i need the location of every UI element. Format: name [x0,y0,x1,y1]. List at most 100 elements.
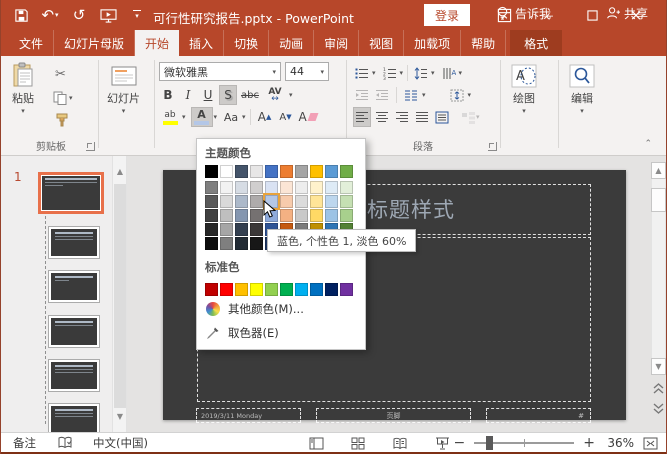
align-right-button[interactable] [393,107,411,127]
notes-button[interactable]: 备注 [13,433,36,453]
tab-help[interactable]: 帮助 [461,30,506,56]
increase-indent-button[interactable] [373,85,391,105]
theme-color-variant-swatch[interactable] [205,209,218,222]
tab-format[interactable]: 格式 [510,30,562,56]
theme-color-variant-swatch[interactable] [250,237,263,250]
format-painter-button[interactable] [53,110,71,130]
decrease-indent-button[interactable] [353,85,371,105]
theme-color-swatch[interactable] [220,165,233,178]
maximize-button[interactable] [577,0,607,30]
spellcheck-icon[interactable] [57,433,73,453]
start-slideshow-button[interactable] [98,5,118,25]
theme-color-variant-swatch[interactable] [265,181,278,194]
slide-number-placeholder[interactable]: # [486,408,591,423]
theme-color-variant-swatch[interactable] [325,195,338,208]
standard-color-swatch[interactable] [265,283,278,296]
tell-me-button[interactable]: 告诉我 [496,0,551,26]
fit-slide-to-window-icon[interactable] [643,437,658,450]
theme-color-variant-swatch[interactable] [280,181,293,194]
change-case-button[interactable]: Aa [221,107,241,127]
theme-color-variant-swatch[interactable] [250,223,263,236]
theme-color-swatch[interactable] [265,165,278,178]
underline-button[interactable]: U [199,85,217,105]
columns-button[interactable] [402,85,420,105]
language-indicator[interactable]: 中文(中国) [93,433,148,453]
drawing-button[interactable]: A 绘图 ▾ [511,64,537,114]
change-case-dropdown-icon[interactable]: ▾ [242,114,246,120]
text-direction-button[interactable]: A [440,63,458,83]
sign-in-button[interactable]: 登录 [424,4,470,26]
theme-color-variant-swatch[interactable] [250,195,263,208]
line-spacing-dropdown-icon[interactable]: ▾ [431,70,435,76]
customize-qat-button[interactable]: ▾ [127,5,147,25]
collapse-ribbon-button[interactable]: ⌃ [644,139,652,149]
bullets-button[interactable] [353,63,371,83]
theme-color-variant-swatch[interactable] [220,195,233,208]
thumbnail-scrollbar[interactable]: ▲ ▼ [112,156,127,432]
theme-color-swatch[interactable] [235,165,248,178]
justify-button[interactable] [413,107,431,127]
theme-color-variant-swatch[interactable] [325,209,338,222]
tab-file[interactable]: 文件 [9,30,54,56]
shrink-font-button[interactable]: A▼ [276,107,296,127]
align-center-button[interactable] [373,107,391,127]
theme-color-variant-swatch[interactable] [250,181,263,194]
standard-color-swatch[interactable] [340,283,353,296]
previous-slide-button[interactable] [653,382,665,396]
zoom-in-button[interactable]: + [583,435,595,451]
character-spacing-button[interactable]: AV↔ [263,85,287,105]
theme-color-variant-swatch[interactable] [205,195,218,208]
theme-color-variant-swatch[interactable] [205,181,218,194]
new-slide-button[interactable]: 幻灯片 ▾ [107,66,140,114]
font-color-dropdown-icon[interactable]: ▾ [214,114,218,120]
columns-dropdown-icon[interactable]: ▾ [422,92,426,98]
theme-color-variant-swatch[interactable] [220,209,233,222]
layout-thumbnail[interactable] [49,404,99,432]
convert-smartart-button[interactable]: ▾ [459,107,482,127]
layout-thumbnail[interactable] [49,271,99,302]
theme-color-variant-swatch[interactable] [280,195,293,208]
theme-color-variant-swatch[interactable] [295,181,308,194]
font-size-combo[interactable]: 44▾ [285,62,329,81]
theme-color-swatch[interactable] [205,165,218,178]
main-scrollbar-thumb[interactable] [651,188,666,212]
standard-color-swatch[interactable] [310,283,323,296]
date-placeholder[interactable]: 2019/3/11 Monday [196,408,301,423]
align-left-button[interactable] [353,107,371,127]
zoom-level-label[interactable]: 36% [604,436,634,450]
theme-color-swatch[interactable] [310,165,323,178]
highlight-color-button[interactable]: ab [159,107,181,127]
main-scrollbar[interactable]: ▲ ▼ [651,156,666,432]
normal-view-icon[interactable] [309,437,324,450]
tab-home[interactable]: 开始 [135,30,179,56]
scroll-down-icon[interactable]: ▼ [114,409,126,424]
more-colors-menu-item[interactable]: 其他颜色(M)... [197,298,365,320]
master-slide-thumbnail[interactable] [38,172,104,214]
distribute-button[interactable] [433,107,451,127]
theme-color-variant-swatch[interactable] [340,209,353,222]
bullets-dropdown-icon[interactable]: ▾ [372,70,376,76]
text-direction-dropdown-icon[interactable]: ▾ [459,70,463,76]
cut-button[interactable]: ✂ [53,64,68,84]
theme-color-variant-swatch[interactable] [220,181,233,194]
italic-button[interactable]: I [179,85,197,105]
theme-color-variant-swatch[interactable] [205,237,218,250]
numbering-button[interactable]: 123 [381,63,399,83]
standard-color-swatch[interactable] [325,283,338,296]
reading-view-icon[interactable] [392,437,408,450]
copy-button[interactable] [51,88,69,108]
theme-color-variant-swatch[interactable] [235,223,248,236]
theme-color-variant-swatch[interactable] [310,195,323,208]
theme-color-variant-swatch[interactable] [295,195,308,208]
font-color-button[interactable]: A [191,107,213,127]
align-text-button[interactable] [448,85,466,105]
highlight-dropdown-icon[interactable]: ▾ [182,114,186,120]
editing-button[interactable]: 编辑 ▾ [569,64,595,114]
theme-color-variant-swatch[interactable] [325,181,338,194]
clipboard-dialog-launcher[interactable] [86,142,95,151]
zoom-slider-thumb[interactable] [486,436,493,450]
theme-color-swatch[interactable] [250,165,263,178]
eyedropper-menu-item[interactable]: 取色器(E) [197,322,365,344]
zoom-out-button[interactable]: − [454,435,466,451]
scroll-up-icon[interactable]: ▲ [651,162,666,179]
